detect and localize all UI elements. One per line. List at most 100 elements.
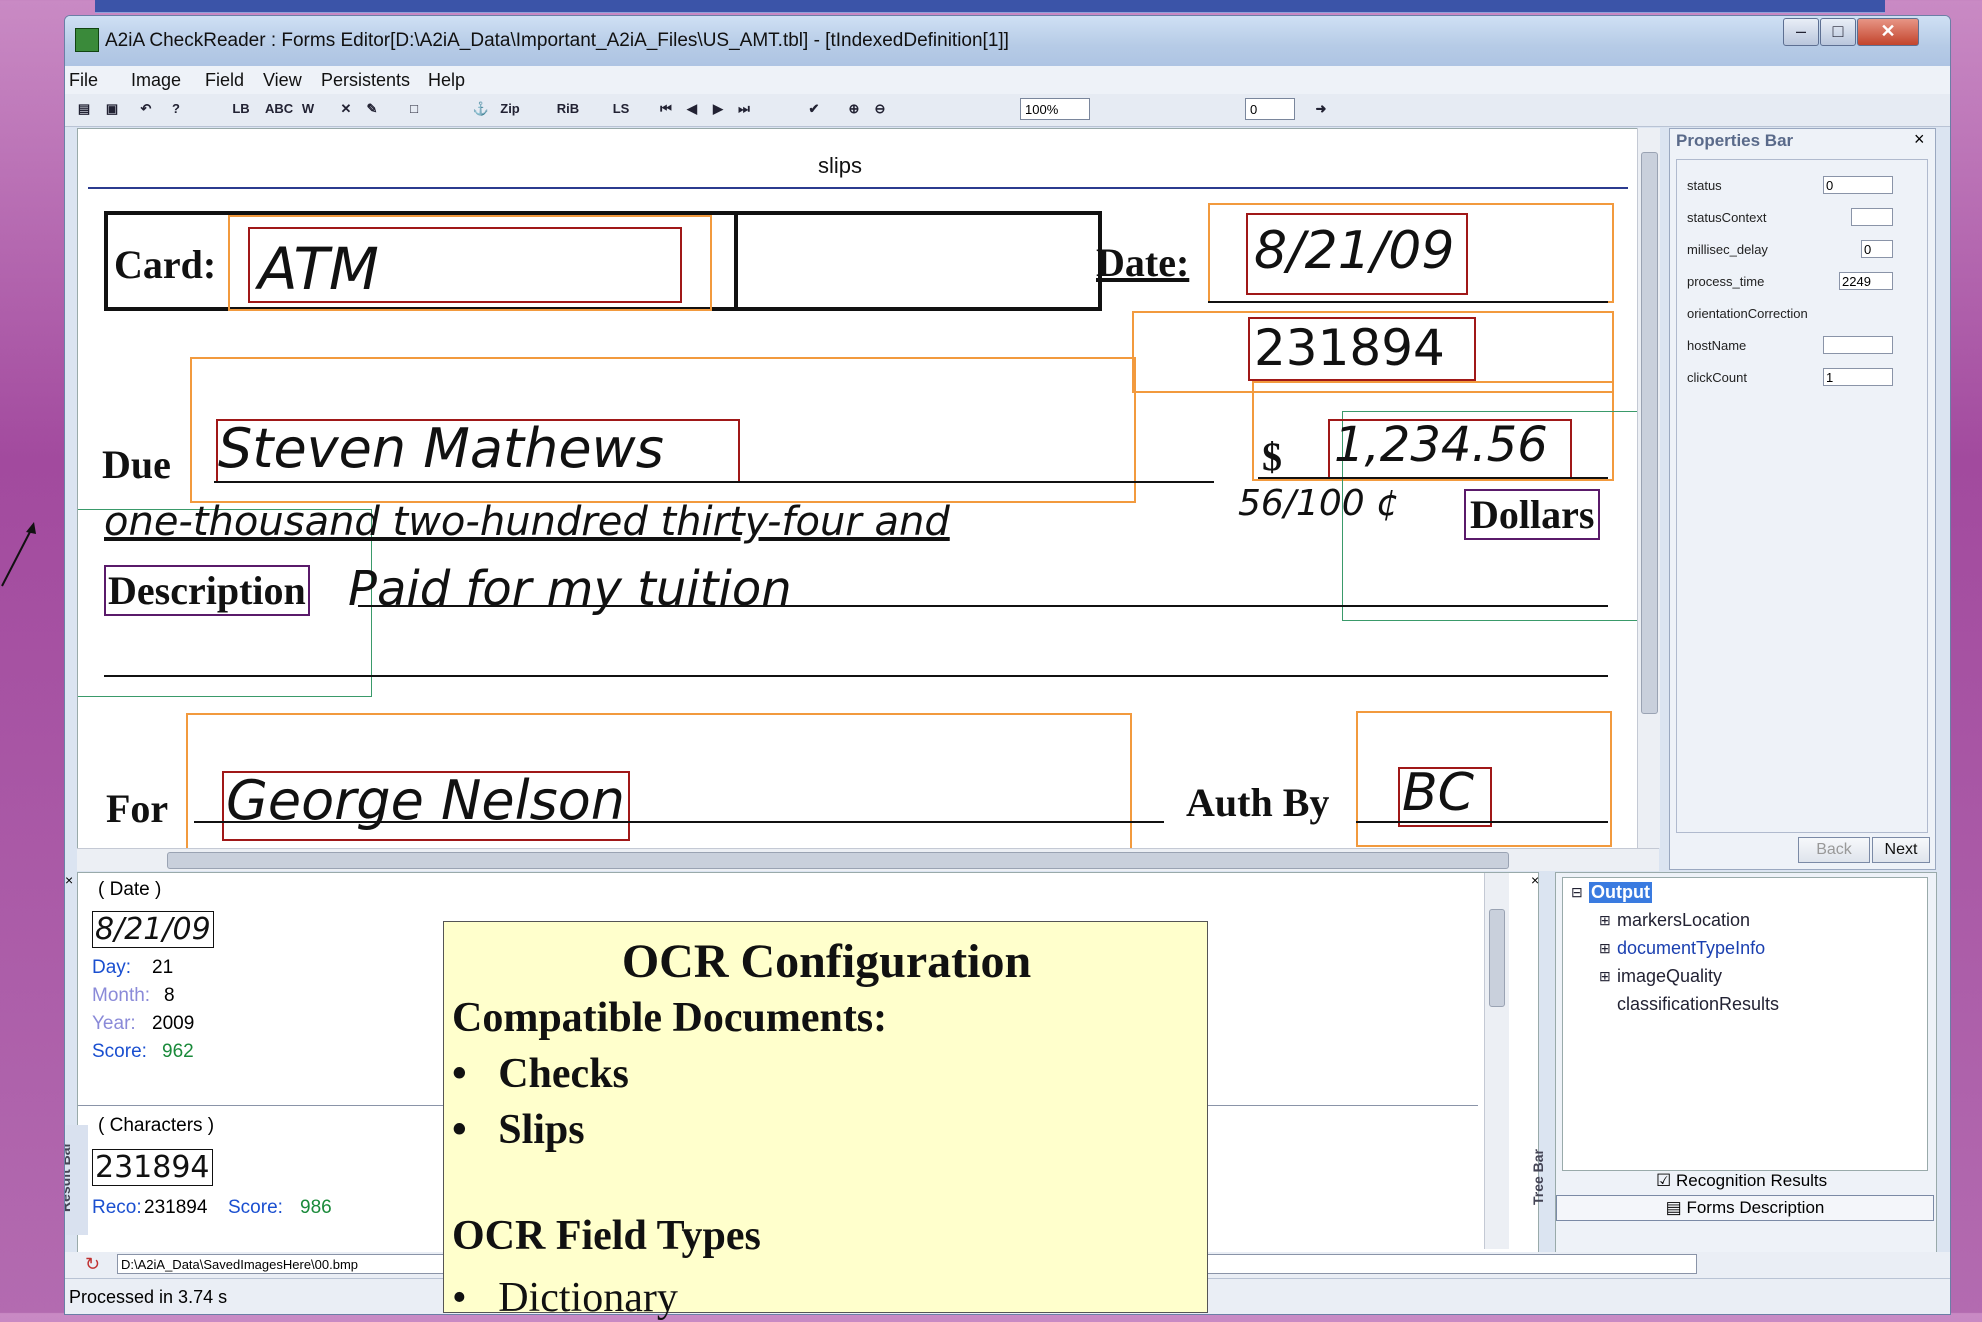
image-canvas[interactable]: slips Card: ATM Date: 8/21/09 231894 Due… — [77, 128, 1641, 850]
tree-root[interactable]: Output — [1589, 882, 1652, 903]
prop-value-process-time[interactable]: 2249 — [1839, 272, 1893, 290]
overlay-field1-text: Dictionary — [498, 1275, 678, 1321]
menu-view[interactable]: View — [263, 70, 302, 91]
score2-value: 986 — [300, 1197, 332, 1218]
zoom-in-icon[interactable]: ⊕ — [843, 98, 865, 120]
date-value: 8/21/09 — [1254, 221, 1455, 281]
results-vscrollbar[interactable] — [1484, 873, 1509, 1249]
expand-icon[interactable]: ⊞ — [1599, 940, 1611, 957]
page-select[interactable]: 0 — [1245, 98, 1295, 120]
check-icon[interactable]: ✔ — [803, 98, 825, 120]
treebar-close-icon[interactable]: × — [1531, 872, 1545, 888]
zip-button[interactable]: Zip — [497, 98, 523, 120]
w-icon[interactable]: W — [297, 98, 319, 120]
score2-label: Score: — [228, 1197, 283, 1218]
prop-value-statuscontext[interactable] — [1851, 208, 1893, 226]
menu-help[interactable]: Help — [428, 70, 465, 91]
expand-icon[interactable]: ⊞ — [1599, 968, 1611, 985]
rib-button[interactable]: RiB — [555, 98, 581, 120]
menu-image[interactable]: Image — [131, 70, 181, 91]
zoom-out-icon[interactable]: ⊖ — [869, 98, 891, 120]
serial-value: 231894 — [1254, 319, 1445, 377]
month-label: Month: — [92, 985, 151, 1006]
lb-button[interactable]: LB — [230, 98, 252, 120]
prop-name-process-time: process_time — [1687, 274, 1765, 289]
prop-name-orientation: orientationCorrection — [1687, 306, 1808, 321]
prop-name-clickcount: clickCount — [1687, 370, 1747, 385]
prop-value-hostname[interactable] — [1823, 336, 1893, 354]
prev-icon[interactable]: ◀ — [681, 98, 703, 120]
tab-recognition-results[interactable]: ☑ Recognition Results — [1656, 1171, 1827, 1191]
result-side-tab[interactable]: Result Bar — [64, 1125, 88, 1235]
description-label: Description — [104, 565, 310, 616]
close-button[interactable]: ✕ — [1857, 18, 1919, 46]
menu-file[interactable]: File — [69, 70, 98, 91]
maximize-button[interactable]: □ — [1820, 18, 1856, 46]
next-icon[interactable]: ▶ — [707, 98, 729, 120]
expand-icon[interactable]: ⊞ — [1599, 912, 1611, 929]
undo-icon[interactable]: ↶ — [135, 98, 157, 120]
anchor-icon[interactable]: ⚓ — [470, 98, 492, 120]
canvas-hscrollbar[interactable] — [77, 848, 1659, 871]
day-label: Day: — [92, 957, 132, 978]
tab-forms-description[interactable]: ▤ Forms Description — [1556, 1195, 1934, 1221]
status-text: Processed in 3.74 s — [69, 1287, 228, 1307]
overlay-doc-slips: • Slips — [452, 1106, 585, 1154]
tree-item-doctype[interactable]: documentTypeInfo — [1617, 938, 1765, 959]
overlay-doc-checks: • Checks — [452, 1050, 629, 1098]
next-button[interactable]: Next — [1872, 837, 1930, 863]
resultbar-close-icon[interactable]: × — [65, 872, 77, 888]
top-rule — [88, 187, 1628, 189]
description-line — [358, 605, 1608, 607]
chars-image: 231894 — [92, 1149, 213, 1186]
zoom-select[interactable]: 100% — [1020, 98, 1090, 120]
collapse-icon[interactable]: ⊟ — [1571, 884, 1583, 901]
prop-name-hostname: hostName — [1687, 338, 1747, 353]
ls-button[interactable]: LS — [609, 98, 633, 120]
menu-persistents[interactable]: Persistents — [321, 70, 410, 91]
refresh-icon[interactable]: ↻ — [85, 1254, 100, 1275]
save-icon[interactable]: ▣ — [101, 98, 123, 120]
canvas-hscroll-thumb[interactable] — [167, 852, 1509, 869]
properties-panel: Properties Bar × status 0 statusContext … — [1669, 128, 1936, 870]
properties-close-icon[interactable]: × — [1914, 129, 1925, 150]
prop-value-millisec[interactable]: 0 — [1861, 240, 1893, 258]
back-button[interactable]: Back — [1798, 837, 1870, 863]
tree-side-tab[interactable]: Tree Bar — [1530, 1125, 1558, 1235]
edit-icon[interactable]: ✎ — [361, 98, 383, 120]
prop-value-clickcount[interactable]: 1 — [1823, 368, 1893, 386]
tree-item-markers[interactable]: markersLocation — [1617, 910, 1750, 931]
menu-field[interactable]: Field — [205, 70, 244, 91]
tree-item-classification[interactable]: classificationResults — [1617, 994, 1779, 1015]
tab-forms-label: Forms Description — [1686, 1198, 1825, 1217]
canvas-vscroll-thumb[interactable] — [1641, 152, 1658, 714]
delete-field-icon[interactable]: ✕ — [335, 98, 357, 120]
first-icon[interactable]: ⏮ — [655, 98, 677, 120]
card-label: Card: — [114, 242, 217, 287]
month-value: 8 — [164, 985, 175, 1006]
clipboard-icon: ☑ — [1656, 1171, 1676, 1190]
canvas-header: slips — [818, 153, 863, 178]
last-icon[interactable]: ⏭ — [733, 98, 755, 120]
abc-button[interactable]: ABC — [265, 98, 293, 120]
tree-item-imagequality[interactable]: imageQuality — [1617, 966, 1722, 987]
properties-title: Properties Bar — [1676, 131, 1794, 150]
result-side-label: Result Bar — [64, 1141, 74, 1213]
frame-icon[interactable]: □ — [403, 98, 425, 120]
blank-line — [104, 675, 1608, 677]
window-title: A2iA CheckReader : Forms Editor[D:\A2iA_… — [105, 30, 1009, 51]
auth-value: BC — [1402, 763, 1474, 823]
help-icon[interactable]: ? — [165, 98, 187, 120]
prop-value-status[interactable]: 0 — [1823, 176, 1893, 194]
minimize-button[interactable]: – — [1783, 18, 1819, 46]
forward-icon[interactable]: ➜ — [1310, 98, 1332, 120]
date-header: ( Date ) — [98, 879, 162, 900]
results-vscroll-thumb[interactable] — [1489, 909, 1505, 1007]
tree-bar: Tree Bar ⊟ Output ⊞ markersLocation ⊞ do… — [1530, 872, 1937, 1254]
document-icon: ▤ — [1665, 1198, 1687, 1217]
canvas-vscrollbar[interactable] — [1637, 128, 1660, 848]
title-bar: A2iA CheckReader : Forms Editor[D:\A2iA_… — [65, 16, 1950, 66]
amount-value: 1,234.56 — [1334, 417, 1548, 473]
open-icon[interactable]: ▤ — [73, 98, 95, 120]
auth-line — [1356, 821, 1608, 823]
